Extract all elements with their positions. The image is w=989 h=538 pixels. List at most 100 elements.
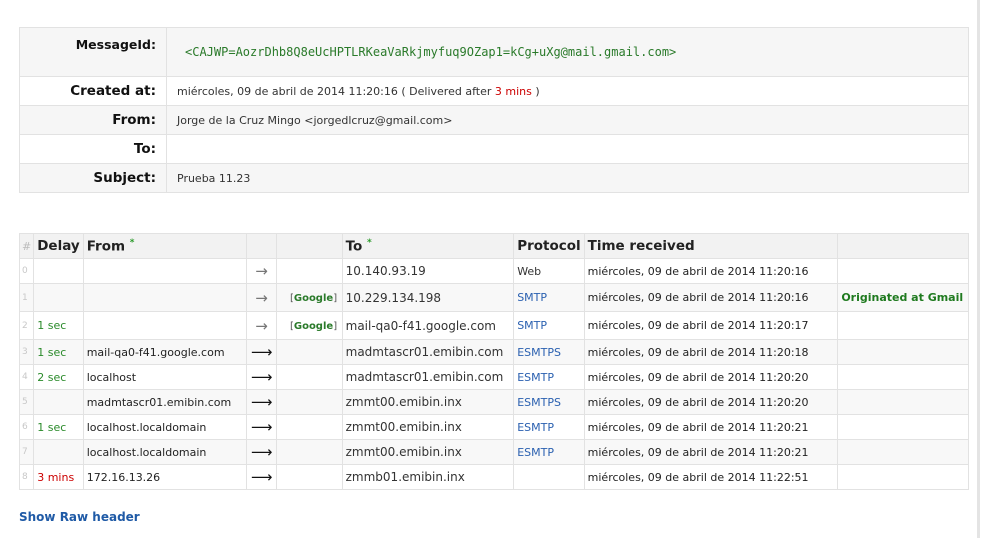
hop-delay: 1 sec — [33, 414, 84, 440]
hop-protocol — [513, 464, 585, 490]
created-value: miércoles, 09 de abril de 2014 11:20:16 — [177, 84, 398, 98]
header-row-subject: Subject: Prueba 11.23 — [19, 163, 969, 193]
google-badge: [Google] — [289, 293, 338, 304]
hop-protocol: Web — [513, 258, 585, 284]
hop-time: miércoles, 09 de abril de 2014 11:20:17 — [583, 311, 839, 340]
arrow-right-icon: ⟶ — [246, 464, 277, 490]
hop-tag-cell — [275, 258, 343, 284]
hop-from — [82, 283, 248, 312]
delivered-prefix: ( Delivered after — [401, 84, 492, 98]
hop-from — [82, 311, 248, 340]
subject-label: Subject: — [19, 163, 167, 193]
arrow-right-icon: → — [246, 311, 277, 340]
hop-delay: 1 sec — [33, 311, 84, 340]
hop-protocol: ESMTPS — [513, 389, 585, 415]
hop-time: miércoles, 09 de abril de 2014 11:20:20 — [583, 364, 839, 390]
hop-delay — [33, 258, 84, 284]
hops-header-row: # Delay From * To * Protocol Time receiv… — [18, 233, 969, 259]
hop-to: zmmt00.emibin.inx — [341, 439, 515, 465]
arrow-right-icon: ⟶ — [246, 439, 277, 465]
arrow-right-icon: ⟶ — [246, 364, 277, 390]
hop-number: 0 — [18, 258, 35, 284]
hop-delay: 2 sec — [33, 364, 84, 390]
message-id-label: MessageId: — [19, 27, 167, 77]
hop-number: 8 — [18, 464, 35, 490]
arrow-right-icon: ⟶ — [246, 339, 277, 365]
subject-value: Prueba 11.23 — [166, 163, 969, 193]
arrow-right-icon: → — [246, 258, 277, 284]
col-header-to[interactable]: To * — [341, 233, 515, 259]
hop-protocol: ESMTP — [513, 439, 585, 465]
hop-note — [837, 464, 969, 490]
hop-time: miércoles, 09 de abril de 2014 11:20:18 — [583, 339, 839, 365]
hop-from: localhost.localdomain — [82, 439, 248, 465]
hop-note — [837, 339, 969, 365]
col-header-from[interactable]: From * — [82, 233, 248, 259]
arrow-right-icon: ⟶ — [246, 389, 277, 415]
header-row-to: To: — [19, 134, 969, 164]
to-label: To: — [19, 134, 167, 164]
hop-number: 3 — [18, 339, 35, 365]
hop-from: localhost.localdomain — [82, 414, 248, 440]
hop-note — [837, 439, 969, 465]
hop-delay — [33, 389, 84, 415]
hop-tag-cell — [275, 339, 343, 365]
col-header-protocol[interactable]: Protocol — [513, 233, 585, 259]
hop-delay — [33, 283, 84, 312]
hop-to: 10.229.134.198 — [341, 283, 515, 312]
hop-protocol: SMTP — [513, 311, 585, 340]
header-row-message-id: MessageId: <CAJWP=AozrDhb8Q8eUcHPTLRKeaV… — [19, 27, 969, 77]
col-header-time[interactable]: Time received — [583, 233, 839, 259]
delivered-delay: 3 mins — [494, 84, 532, 98]
from-star-icon: * — [129, 237, 135, 248]
hop-delay: 3 mins — [33, 464, 84, 490]
table-row: 1 → [Google] 10.229.134.198 SMTP miércoles, 0… — [18, 283, 969, 312]
hop-number: 1 — [18, 283, 35, 312]
header-row-created: Created at: miércoles, 09 de abril de 20… — [19, 76, 969, 106]
table-row: 5 madmtascr01.emibin.com ⟶ zmmt00.emibin.in… — [18, 389, 969, 415]
hop-tag-cell: [Google] — [275, 283, 343, 312]
hop-number: 2 — [18, 311, 35, 340]
hop-to: zmmt00.emibin.inx — [341, 389, 515, 415]
hop-note — [837, 364, 969, 390]
hop-time: miércoles, 09 de abril de 2014 11:20:16 — [583, 283, 839, 312]
hop-to: madmtascr01.emibin.com — [341, 339, 515, 365]
hop-time: miércoles, 09 de abril de 2014 11:22:51 — [583, 464, 839, 490]
hop-note — [837, 311, 969, 340]
hop-from: mail-qa0-f41.google.com — [82, 339, 248, 365]
hop-from: 172.16.13.26 — [82, 464, 248, 490]
table-row: 21 sec → [Google] mail-qa0-f41.google.com SM… — [18, 311, 969, 340]
hop-protocol: ESMTP — [513, 364, 585, 390]
hop-time: miércoles, 09 de abril de 2014 11:20:16 — [583, 258, 839, 284]
from-value: Jorge de la Cruz Mingo <jorgedlcruz@gmai… — [166, 105, 969, 135]
hop-from: localhost — [82, 364, 248, 390]
hop-time: miércoles, 09 de abril de 2014 11:20:21 — [583, 414, 839, 440]
hop-time: miércoles, 09 de abril de 2014 11:20:21 — [583, 439, 839, 465]
table-row: 31 sec mail-qa0-f41.google.com ⟶ madmtascr0… — [18, 339, 969, 365]
hops-body: 0 → 10.140.93.19 Web miércoles, 09 de abril … — [18, 258, 969, 490]
hop-number: 7 — [18, 439, 35, 465]
hop-note — [837, 414, 969, 440]
table-row: 7 localhost.localdomain ⟶ zmmt00.emibin.inx… — [18, 439, 969, 465]
hop-note — [837, 258, 969, 284]
hop-protocol: ESMTPS — [513, 339, 585, 365]
col-header-to-label: To — [345, 238, 363, 255]
to-value — [166, 134, 969, 164]
hop-protocol: SMTP — [513, 283, 585, 312]
arrow-right-icon: ⟶ — [246, 414, 277, 440]
col-header-from-label: From — [86, 238, 126, 255]
hop-to: zmmt00.emibin.inx — [341, 414, 515, 440]
col-header-note — [837, 233, 969, 259]
hop-protocol: ESMTP — [513, 414, 585, 440]
table-row: 0 → 10.140.93.19 Web miércoles, 09 de abril … — [18, 258, 969, 284]
show-raw-header-link[interactable]: Show Raw header — [19, 510, 140, 524]
col-header-num: # — [18, 233, 35, 259]
col-header-arrow — [246, 233, 277, 259]
col-header-tag — [275, 233, 343, 259]
table-row: 42 sec localhost ⟶ madmtascr01.emibin.com ES… — [18, 364, 969, 390]
google-badge: [Google] — [289, 321, 338, 332]
hop-tag-cell — [275, 364, 343, 390]
hop-tag-cell — [275, 439, 343, 465]
hop-note: Originated at Gmail — [837, 283, 969, 312]
col-header-delay[interactable]: Delay — [33, 233, 84, 259]
